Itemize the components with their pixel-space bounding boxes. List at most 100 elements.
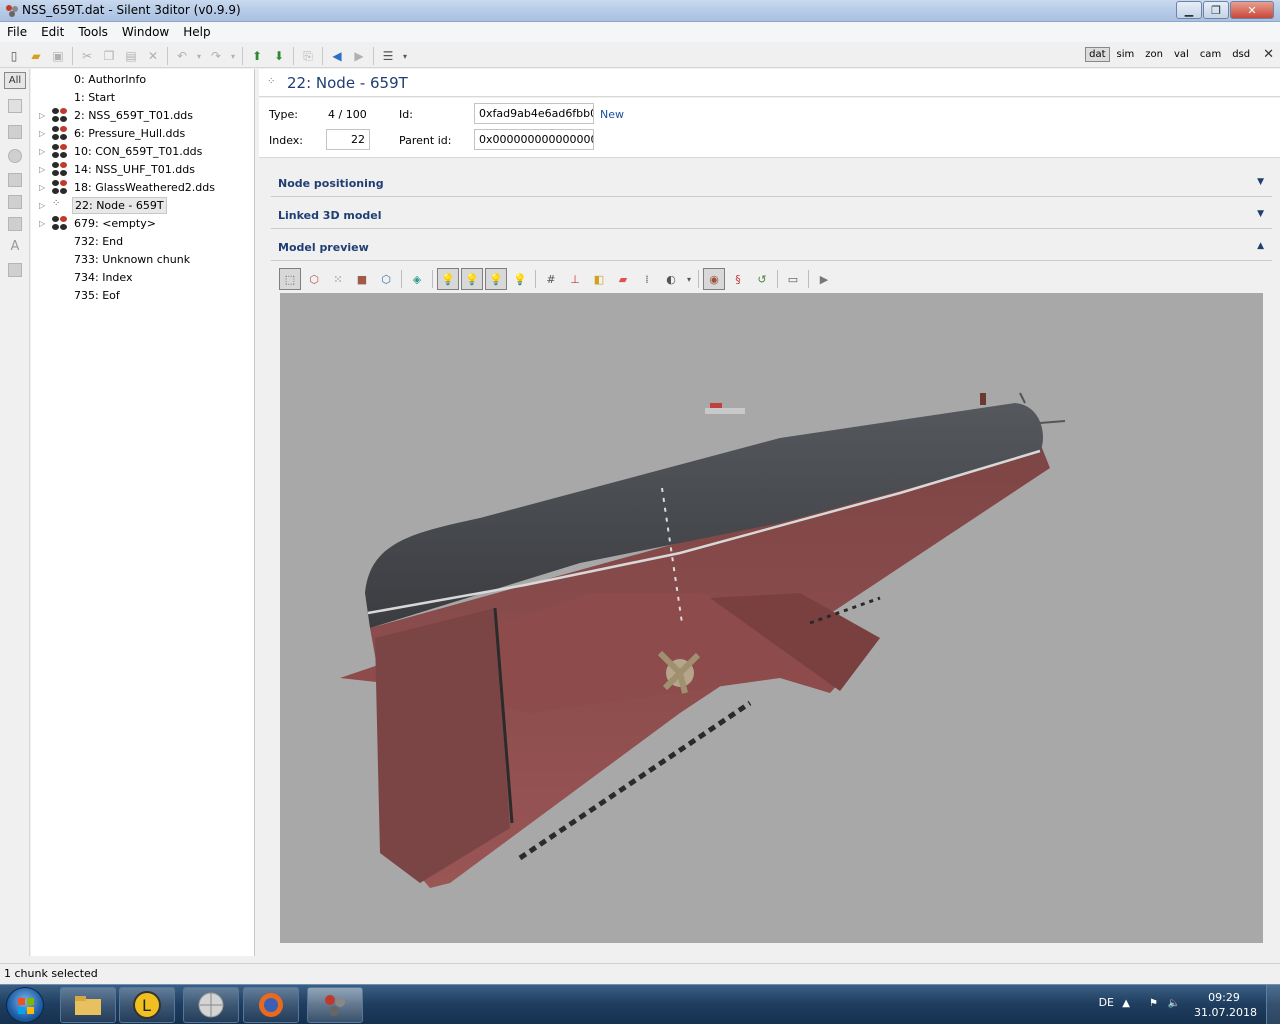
list-view-dropdown-icon[interactable]: ▾ bbox=[400, 46, 410, 66]
minimize-button[interactable]: ▁ bbox=[1176, 1, 1202, 19]
new-file-icon[interactable]: ▯ bbox=[4, 46, 24, 66]
tree-item[interactable]: 732: End bbox=[31, 232, 255, 250]
copy-icon[interactable]: ❐ bbox=[99, 46, 119, 66]
cube-icon[interactable]: ◧ bbox=[588, 268, 610, 290]
eye-icon[interactable]: ◉ bbox=[703, 268, 725, 290]
delete-icon[interactable]: ✕ bbox=[143, 46, 163, 66]
grid-icon[interactable]: # bbox=[540, 268, 562, 290]
play-icon[interactable]: ▶ bbox=[813, 268, 835, 290]
model-viewport[interactable] bbox=[280, 293, 1263, 943]
undo-icon[interactable]: ↶ bbox=[172, 46, 192, 66]
menu-tools[interactable]: Tools bbox=[71, 25, 115, 39]
axes-icon[interactable]: ⊥ bbox=[564, 268, 586, 290]
expand-arrow-icon[interactable]: ▷ bbox=[39, 147, 47, 156]
menu-edit[interactable]: Edit bbox=[34, 25, 71, 39]
filter-texture-icon[interactable] bbox=[8, 149, 22, 163]
expand-arrow-icon[interactable]: ▷ bbox=[39, 219, 47, 228]
maximize-button[interactable]: ❐ bbox=[1203, 1, 1229, 19]
expand-arrow-icon[interactable]: ▷ bbox=[39, 165, 47, 174]
taskbar-explorer[interactable] bbox=[60, 987, 116, 1023]
undo-dropdown-icon[interactable]: ▾ bbox=[194, 46, 204, 66]
start-button[interactable] bbox=[6, 987, 44, 1023]
normals-icon[interactable]: ⁞ bbox=[636, 268, 658, 290]
clock[interactable]: 09:29 31.07.2018 bbox=[1194, 990, 1257, 1020]
back-icon[interactable]: ◀ bbox=[327, 46, 347, 66]
save-icon[interactable]: ▣ bbox=[48, 46, 68, 66]
taskbar-app-globe[interactable] bbox=[183, 987, 239, 1023]
box-view-icon[interactable]: ⬚ bbox=[279, 268, 301, 290]
paste-icon[interactable]: ▤ bbox=[121, 46, 141, 66]
move-up-icon[interactable]: ⬆ bbox=[247, 46, 267, 66]
background-dropdown-icon[interactable]: ▾ bbox=[684, 268, 694, 290]
filter-settings-icon[interactable] bbox=[8, 217, 22, 231]
filter-material-icon[interactable] bbox=[8, 263, 22, 277]
filter-node-icon[interactable] bbox=[8, 99, 22, 113]
tree-item[interactable]: ▷ 14: NSS_UHF_T01.dds bbox=[31, 160, 255, 178]
collapse-icon[interactable]: ▲ bbox=[1257, 241, 1264, 251]
filter-all-button[interactable]: All bbox=[4, 72, 26, 89]
index-field[interactable]: 22 bbox=[326, 129, 370, 150]
new-id-link[interactable]: New bbox=[600, 108, 624, 121]
tree-item[interactable]: 734: Index bbox=[31, 268, 255, 286]
volume-muted-icon[interactable]: 🔈 bbox=[1168, 998, 1180, 1009]
taskbar-silent-3ditor[interactable] bbox=[307, 987, 363, 1023]
tree-item[interactable]: ▷ 18: GlassWeathered2.dds bbox=[31, 178, 255, 196]
tree-item[interactable]: 735: Eof bbox=[31, 286, 255, 304]
list-view-icon[interactable]: ☰ bbox=[378, 46, 398, 66]
redo-dropdown-icon[interactable]: ▾ bbox=[228, 46, 238, 66]
shapes-icon[interactable]: ◈ bbox=[406, 268, 428, 290]
section-linked-3d-model[interactable]: Linked 3D model ▼ bbox=[271, 203, 1272, 229]
tree-item[interactable]: ▷ 10: CON_659T_T01.dds bbox=[31, 142, 255, 160]
close-document-icon[interactable]: ✕ bbox=[1263, 47, 1274, 62]
redo-icon[interactable]: ↷ bbox=[206, 46, 226, 66]
tree-item[interactable]: 1: Start bbox=[31, 88, 255, 106]
light-3-icon[interactable]: 💡 bbox=[485, 268, 507, 290]
expand-arrow-icon[interactable]: ▷ bbox=[39, 201, 47, 210]
sound-icon[interactable]: § bbox=[727, 268, 749, 290]
light-2-icon[interactable]: 💡 bbox=[461, 268, 483, 290]
close-window-button[interactable]: ✕ bbox=[1230, 1, 1274, 19]
section-model-preview[interactable]: Model preview ▲ bbox=[271, 235, 1272, 261]
mode-tab-val[interactable]: val bbox=[1170, 47, 1193, 62]
id-field[interactable]: 0xfad9ab4e6ad6fbb0 bbox=[474, 103, 594, 124]
solid-icon[interactable]: ■ bbox=[351, 268, 373, 290]
bounds-icon[interactable]: ⬡ bbox=[375, 268, 397, 290]
mode-tab-cam[interactable]: cam bbox=[1196, 47, 1225, 62]
parent-id-field[interactable]: 0x0000000000000000 bbox=[474, 129, 594, 150]
camera-icon[interactable]: ▭ bbox=[782, 268, 804, 290]
plane-icon[interactable]: ▰ bbox=[612, 268, 634, 290]
expand-icon[interactable]: ▼ bbox=[1257, 177, 1264, 187]
expand-icon[interactable]: ▼ bbox=[1257, 209, 1264, 219]
light-1-icon[interactable]: 💡 bbox=[437, 268, 459, 290]
mode-tab-dat[interactable]: dat bbox=[1085, 47, 1110, 62]
tray-expand-icon[interactable]: ▲ bbox=[1122, 998, 1130, 1009]
mode-tab-zon[interactable]: zon bbox=[1141, 47, 1167, 62]
filter-text-icon[interactable]: A bbox=[8, 239, 22, 254]
show-desktop-button[interactable] bbox=[1266, 985, 1280, 1024]
find-icon[interactable]: ⎘ bbox=[298, 46, 318, 66]
language-indicator[interactable]: DE bbox=[1099, 996, 1114, 1009]
light-4-icon[interactable]: 💡 bbox=[509, 268, 531, 290]
expand-arrow-icon[interactable]: ▷ bbox=[39, 183, 47, 192]
filter-document-icon[interactable] bbox=[8, 195, 22, 209]
expand-arrow-icon[interactable]: ▷ bbox=[39, 129, 47, 138]
cut-icon[interactable]: ✂ bbox=[77, 46, 97, 66]
tree-item[interactable]: ▷ 2: NSS_659T_T01.dds bbox=[31, 106, 255, 124]
tree-item[interactable]: ▷ 6: Pressure_Hull.dds bbox=[31, 124, 255, 142]
background-icon[interactable]: ◐ bbox=[660, 268, 682, 290]
section-node-positioning[interactable]: Node positioning ▼ bbox=[271, 171, 1272, 197]
menu-help[interactable]: Help bbox=[176, 25, 217, 39]
mode-tab-sim[interactable]: sim bbox=[1113, 47, 1139, 62]
forward-icon[interactable]: ▶ bbox=[349, 46, 369, 66]
action-center-icon[interactable]: ⚑ bbox=[1149, 998, 1158, 1009]
tree-item[interactable]: 733: Unknown chunk bbox=[31, 250, 255, 268]
menu-window[interactable]: Window bbox=[115, 25, 176, 39]
mode-tab-dsd[interactable]: dsd bbox=[1228, 47, 1254, 62]
tree-item[interactable]: ▷ ⁘ 22: Node - 659T bbox=[31, 196, 255, 214]
filter-image-icon[interactable] bbox=[8, 173, 22, 187]
points-icon[interactable]: ⁙ bbox=[327, 268, 349, 290]
menu-file[interactable]: File bbox=[0, 25, 34, 39]
open-folder-icon[interactable]: ▰ bbox=[26, 46, 46, 66]
tree-item[interactable]: 0: AuthorInfo bbox=[31, 70, 255, 88]
expand-arrow-icon[interactable]: ▷ bbox=[39, 111, 47, 120]
